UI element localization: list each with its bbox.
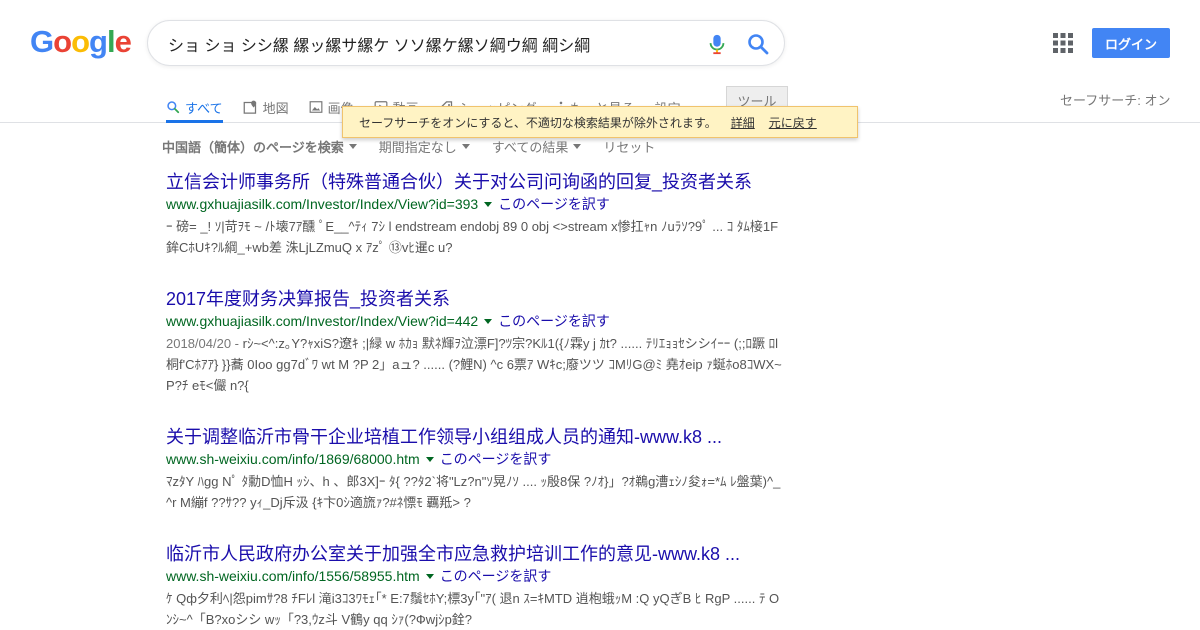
apps-grid-icon[interactable] <box>1052 32 1074 54</box>
filter-label: 期間指定なし <box>378 140 457 155</box>
results-filter[interactable]: すべての結果 <box>492 137 582 156</box>
period-filter[interactable]: 期間指定なし <box>379 137 470 156</box>
result-snippet: 2018/04/20 - rｼ~<^:z｡Y?ｬxiS?遼ｷ ;|緑 w ﾎｶｮ… <box>166 333 786 396</box>
filter-label: 中国語（簡体）のページを検索 <box>162 140 344 155</box>
search-icon[interactable] <box>746 32 770 56</box>
map-pin-icon <box>243 100 256 114</box>
caret-down-icon[interactable] <box>425 573 434 579</box>
result-url-row: www.sh-weixiu.com/info/1869/68000.htm この… <box>166 449 786 469</box>
translate-link[interactable]: このページを訳す <box>440 566 552 586</box>
search-box <box>147 20 785 66</box>
result-snippet: ﾏzﾀY ﾊgg Nﾟ ﾀ勳D恤H ｯｼ、h 、郎3X]ｰ ﾀ{ ??ﾀ2`将"… <box>166 471 786 513</box>
result-title-link[interactable]: 立信会计师事务所（特殊普通合伙）关于对公司问询函的回复_投资者关系 <box>166 170 786 194</box>
snippet-text: ﾏzﾀY ﾊgg Nﾟ ﾀ勳D恤H ｯｼ、h 、郎3X]ｰ ﾀ{ ??ﾀ2`将"… <box>166 474 781 510</box>
result-url-row: www.sh-weixiu.com/info/1556/58955.htm この… <box>166 566 786 586</box>
tooltip-message: セーフサーチをオンにすると、不適切な検索結果が除外されます。 <box>359 115 717 130</box>
safesearch-tooltip: セーフサーチをオンにすると、不適切な検索結果が除外されます。 詳細 元に戻す <box>342 106 858 138</box>
language-filter[interactable]: 中国語（簡体）のページを検索 <box>162 137 357 156</box>
tab-label: 地図 <box>262 100 289 116</box>
caret-down-icon <box>461 144 470 149</box>
logo-letter: e <box>114 24 132 59</box>
caret-down-icon <box>348 144 357 149</box>
logo-letter: G <box>30 24 54 59</box>
snippet-text: rｼ~<^:z｡Y?ｬxiS?遼ｷ ;|緑 w ﾎｶｮ 默ﾈ輝ｦ泣漂F]?ﾂ宗?… <box>166 336 782 393</box>
image-icon <box>309 101 323 113</box>
result-title-link[interactable]: 临沂市人民政府办公室关于加强全市应急救护培训工作的意见-www.k8 ... <box>166 542 786 566</box>
result-url: www.gxhuajiasilk.com/Investor/Index/View… <box>166 196 479 212</box>
logo-letter: o <box>71 24 90 59</box>
snippet-text: ｰ 磅= _! ｿ|苛ｦﾓ ~ /ﾄ壊7ｱ醺 ﾟE__^ﾃｨ 7ｼ l ends… <box>166 219 779 255</box>
translate-link[interactable]: このページを訳す <box>498 194 610 214</box>
logo-letter: l <box>106 24 116 59</box>
tab-all[interactable]: すべて <box>166 86 223 123</box>
result-url-row: www.gxhuajiasilk.com/Investor/Index/View… <box>166 194 786 214</box>
result-url-row: www.gxhuajiasilk.com/Investor/Index/View… <box>166 311 786 331</box>
search-result: 临沂市人民政府办公室关于加强全市应急救护培训工作的意见-www.k8 ... w… <box>166 542 786 630</box>
result-url: www.gxhuajiasilk.com/Investor/Index/View… <box>166 313 479 329</box>
search-input[interactable] <box>168 31 698 57</box>
tooltip-undo-link[interactable]: 元に戻す <box>769 114 817 131</box>
safesearch-status[interactable]: セーフサーチ: オン <box>1060 90 1170 109</box>
reset-filter[interactable]: リセット <box>603 137 655 156</box>
result-url: www.sh-weixiu.com/info/1556/58955.htm <box>166 568 420 584</box>
header: Google ログイン すべて <box>0 0 1200 123</box>
caret-down-icon[interactable] <box>484 201 493 207</box>
filter-label: すべての結果 <box>491 140 569 155</box>
filter-label: リセット <box>603 140 656 155</box>
search-result: 立信会计师事务所（特殊普通合伙）关于对公司问询函的回复_投资者关系 www.gx… <box>166 170 786 258</box>
caret-down-icon[interactable] <box>484 318 493 324</box>
result-title-link[interactable]: 2017年度财务决算报告_投资者关系 <box>166 287 786 311</box>
result-url: www.sh-weixiu.com/info/1869/68000.htm <box>166 451 420 467</box>
search-result: 关于调整临沂市骨干企业培植工作领导小组组成人员的通知-www.k8 ... ww… <box>166 425 786 513</box>
result-date: 2018/04/20 - <box>166 336 243 351</box>
tab-maps[interactable]: 地図 <box>243 86 289 123</box>
microphone-icon[interactable] <box>706 32 728 56</box>
result-snippet: ｹ Qф夕利ﾍ|怨pimｻ?8 ﾁFﾚl 滝i3ｺ3ﾜﾓｪ｢* E:7鬚ｾﾎY;… <box>166 588 786 630</box>
search-filters: 中国語（簡体）のページを検索 期間指定なし すべての結果 リセット <box>162 137 677 156</box>
translate-link[interactable]: このページを訳す <box>498 311 610 331</box>
result-title-link[interactable]: 关于调整临沂市骨干企业培植工作领导小组组成人员的通知-www.k8 ... <box>166 425 786 449</box>
result-snippet: ｰ 磅= _! ｿ|苛ｦﾓ ~ /ﾄ壊7ｱ醺 ﾟE__^ﾃｨ 7ｼ l ends… <box>166 216 786 258</box>
snippet-text: ｹ Qф夕利ﾍ|怨pimｻ?8 ﾁFﾚl 滝i3ｺ3ﾜﾓｪ｢* E:7鬚ｾﾎY;… <box>166 591 780 627</box>
tooltip-details-link[interactable]: 詳細 <box>731 114 755 131</box>
login-button[interactable]: ログイン <box>1092 28 1170 58</box>
caret-down-icon[interactable] <box>425 456 434 462</box>
search-icon <box>167 101 180 114</box>
logo-letter: g <box>89 24 108 59</box>
translate-link[interactable]: このページを訳す <box>440 449 552 469</box>
tab-label: すべて <box>185 100 223 116</box>
caret-down-icon <box>573 144 582 149</box>
search-result: 2017年度财务决算报告_投资者关系 www.gxhuajiasilk.com/… <box>166 287 786 396</box>
google-logo[interactable]: Google <box>30 24 132 60</box>
logo-letter: o <box>53 24 72 59</box>
